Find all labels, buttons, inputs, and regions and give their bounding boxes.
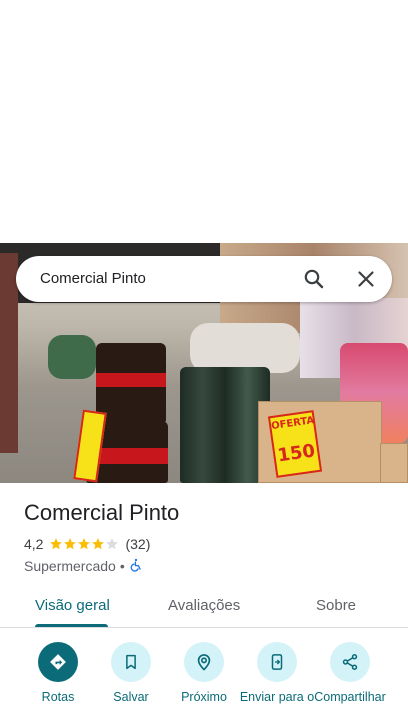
star-empty-icon xyxy=(106,538,119,550)
cardboard-box-right xyxy=(380,443,408,483)
directions-label: Rotas xyxy=(41,690,75,704)
search-input[interactable]: Comercial Pinto xyxy=(40,270,146,287)
tab-reviews[interactable]: Avaliações xyxy=(168,597,240,614)
share-label: Compartilhar xyxy=(314,690,386,704)
search-bar[interactable]: Comercial Pinto xyxy=(16,256,392,302)
save-label: Salvar xyxy=(113,690,149,704)
offer-sign-title: OFERTA xyxy=(270,415,315,433)
place-category: Supermercado xyxy=(24,558,116,574)
close-icon[interactable] xyxy=(354,267,378,291)
tab-overview[interactable]: Visão geral xyxy=(35,597,110,614)
person-left xyxy=(0,253,18,453)
wheelchair-icon xyxy=(129,558,143,575)
nearby-label: Próximo xyxy=(181,690,227,704)
tab-about[interactable]: Sobre xyxy=(316,597,356,614)
send-to-phone-button[interactable]: Enviar para o xyxy=(237,642,317,704)
star-icon xyxy=(64,538,77,550)
share-icon[interactable] xyxy=(330,642,370,682)
search-icon[interactable] xyxy=(302,267,326,291)
bottle-labels-top xyxy=(96,373,166,387)
rating-stars xyxy=(49,537,119,551)
green-bottles xyxy=(180,367,270,483)
nearby-icon[interactable] xyxy=(184,642,224,682)
tab-active-indicator xyxy=(35,624,108,627)
rating-value: 4,2 xyxy=(24,536,44,552)
offer-sign-price: 150 xyxy=(276,440,317,467)
star-icon xyxy=(78,538,91,550)
rating-row[interactable]: 4,2 (32) xyxy=(24,535,150,553)
send-to-phone-label: Enviar para o xyxy=(239,690,315,704)
offer-sign: OFERTA 150 xyxy=(267,410,323,478)
send-to-phone-icon[interactable] xyxy=(257,642,297,682)
review-count: (32) xyxy=(125,536,151,552)
share-button[interactable]: Compartilhar xyxy=(310,642,390,704)
green-bag xyxy=(48,335,96,379)
nearby-button[interactable]: Próximo xyxy=(164,642,244,704)
white-sacks xyxy=(190,323,300,373)
map-area xyxy=(0,0,408,243)
bookmark-icon[interactable] xyxy=(111,642,151,682)
save-button[interactable]: Salvar xyxy=(91,642,171,704)
tab-bar: Visão geral Avaliações Sobre xyxy=(0,585,408,628)
star-icon xyxy=(50,538,63,550)
place-title: Comercial Pinto xyxy=(24,500,180,525)
category-separator: • xyxy=(119,558,125,574)
directions-icon[interactable] xyxy=(38,642,78,682)
directions-button[interactable]: Rotas xyxy=(18,642,98,704)
star-icon xyxy=(92,538,105,550)
category-row: Supermercado • xyxy=(24,557,143,575)
